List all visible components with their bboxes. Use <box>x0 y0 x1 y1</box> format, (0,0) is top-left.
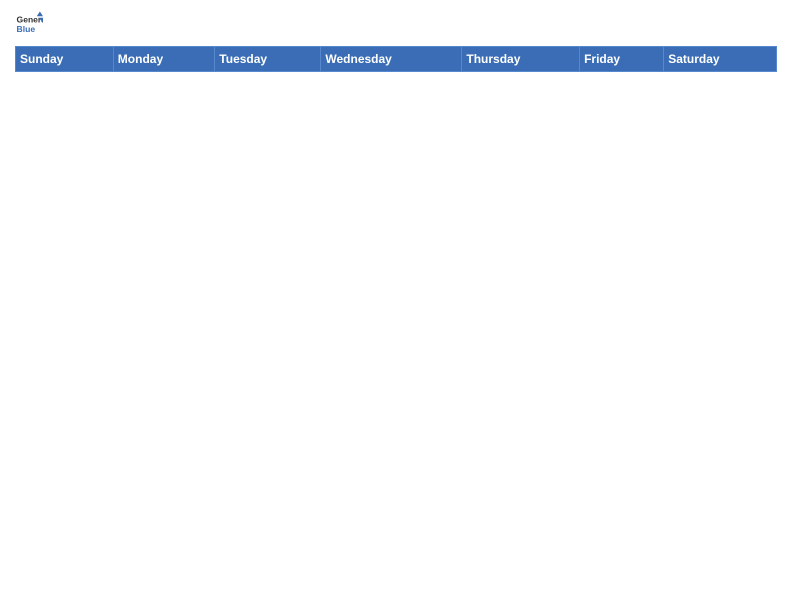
weekday-header-row: SundayMondayTuesdayWednesdayThursdayFrid… <box>16 47 777 72</box>
weekday-header: Sunday <box>16 47 114 72</box>
header: General Blue <box>15 10 777 38</box>
weekday-header: Tuesday <box>215 47 321 72</box>
weekday-header: Wednesday <box>321 47 462 72</box>
logo: General Blue <box>15 10 43 38</box>
weekday-header: Saturday <box>664 47 777 72</box>
logo-icon: General Blue <box>15 10 43 38</box>
svg-text:Blue: Blue <box>17 24 36 34</box>
weekday-header: Friday <box>580 47 664 72</box>
weekday-header: Monday <box>113 47 215 72</box>
calendar-table: SundayMondayTuesdayWednesdayThursdayFrid… <box>15 46 777 72</box>
weekday-header: Thursday <box>462 47 580 72</box>
page-container: General Blue SundayMondayTuesdayWednesda… <box>0 0 792 77</box>
